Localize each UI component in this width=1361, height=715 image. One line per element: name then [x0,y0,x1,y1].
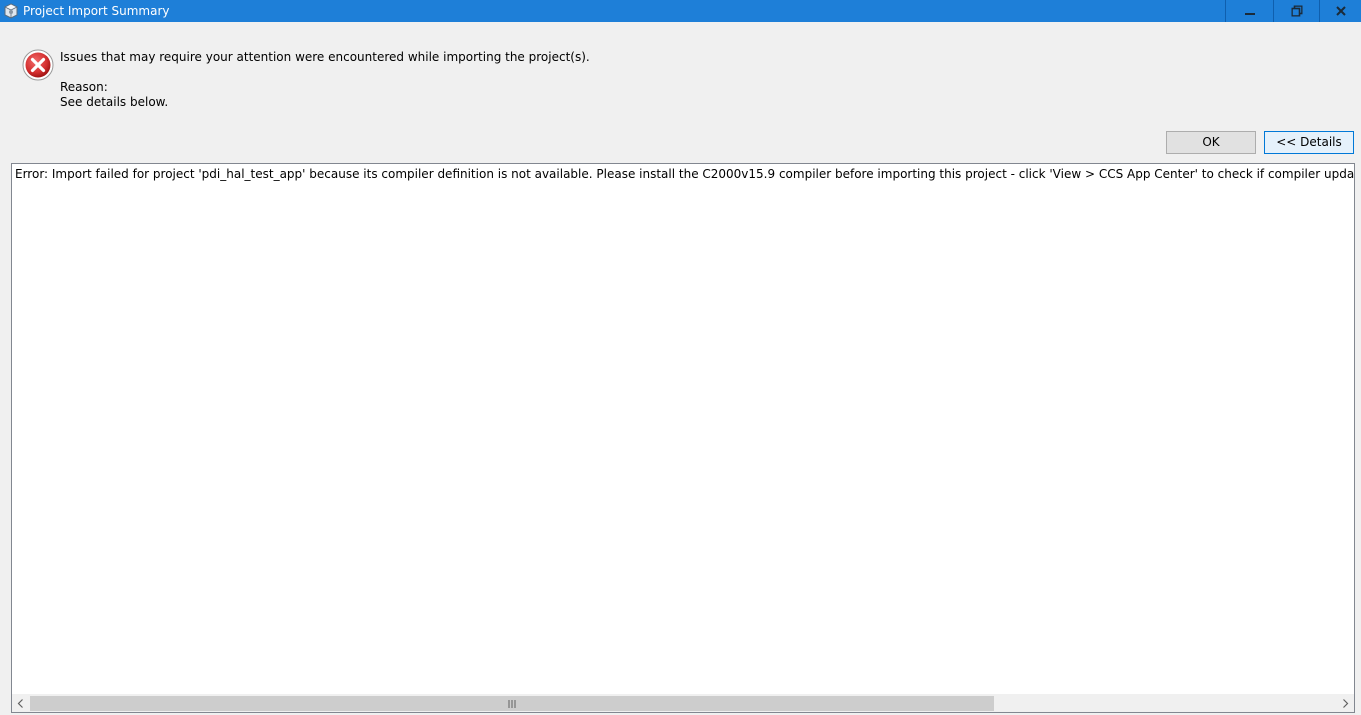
restore-button[interactable] [1273,0,1319,22]
reason-text: See details below. [60,95,169,109]
close-icon [1335,6,1346,16]
reason-label: Reason: [60,80,108,94]
chevron-left-icon [17,699,23,708]
scroll-left-button[interactable] [12,695,29,712]
grip-icon [508,699,516,708]
app-icon[interactable] [3,3,19,19]
title-bar[interactable]: Project Import Summary [0,0,1361,22]
ok-button[interactable]: OK [1166,131,1256,154]
minimize-button[interactable] [1225,0,1273,22]
scroll-right-button[interactable] [1337,695,1354,712]
project-import-summary-dialog: Project Import Summary Issues that may r… [0,0,1361,715]
window-title: Project Import Summary [23,4,170,18]
scrollbar-thumb[interactable] [30,696,994,711]
chevron-right-icon [1343,699,1349,708]
restore-icon [1291,5,1302,17]
minimize-icon [1244,13,1255,15]
horizontal-scrollbar[interactable] [12,694,1354,712]
message-headline: Issues that may require your attention w… [60,50,590,64]
details-toggle-button[interactable]: << Details [1264,131,1354,154]
error-icon [22,49,54,81]
close-button[interactable] [1319,0,1361,22]
details-text: Error: Import failed for project 'pdi_ha… [15,167,1355,181]
details-text-area[interactable]: Error: Import failed for project 'pdi_ha… [11,163,1355,713]
